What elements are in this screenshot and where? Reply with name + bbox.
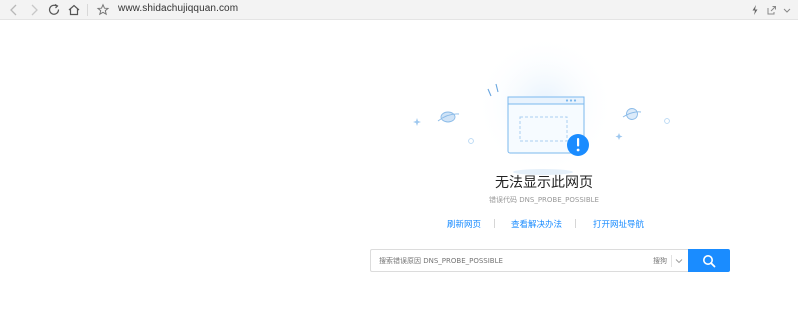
reload-icon[interactable] <box>45 1 63 19</box>
search-input[interactable] <box>371 250 641 271</box>
action-links: 刷新网页 查看解决办法 打开网址导航 <box>430 218 670 232</box>
home-icon[interactable] <box>65 1 83 19</box>
search-icon <box>703 255 716 268</box>
more-icon[interactable] <box>778 1 796 19</box>
planet-icon <box>440 111 456 123</box>
view-solutions-link[interactable]: 查看解决办法 <box>511 218 562 230</box>
error-illustration <box>405 40 695 180</box>
search-bar: 搜狗 <box>370 249 688 272</box>
error-page: 无法显示此网页 错误代码 DNS_PROBE_POSSIBLE 刷新网页 查看解… <box>0 20 798 310</box>
error-code: 错误代码 DNS_PROBE_POSSIBLE <box>489 196 599 204</box>
link-divider <box>494 219 495 228</box>
toolbar-divider <box>87 4 88 16</box>
sparkle-icon <box>615 133 623 140</box>
error-title: 无法显示此网页 <box>495 175 593 191</box>
link-divider <box>575 219 576 228</box>
back-icon[interactable] <box>5 1 23 19</box>
chevron-down-icon[interactable] <box>675 257 683 265</box>
browser-toolbar: www.shidachujiqquan.com <box>0 0 798 20</box>
refresh-link[interactable]: 刷新网页 <box>447 218 481 230</box>
search-button[interactable] <box>688 249 730 272</box>
star-icon[interactable] <box>94 1 112 19</box>
sparkle-icon <box>413 118 421 126</box>
forward-icon[interactable] <box>25 1 43 19</box>
open-nav-link[interactable]: 打开网址导航 <box>593 218 644 230</box>
search-engine-select[interactable]: 搜狗 <box>653 256 667 266</box>
engine-divider <box>671 255 672 267</box>
address-bar[interactable]: www.shidachujiqquan.com <box>118 3 238 14</box>
